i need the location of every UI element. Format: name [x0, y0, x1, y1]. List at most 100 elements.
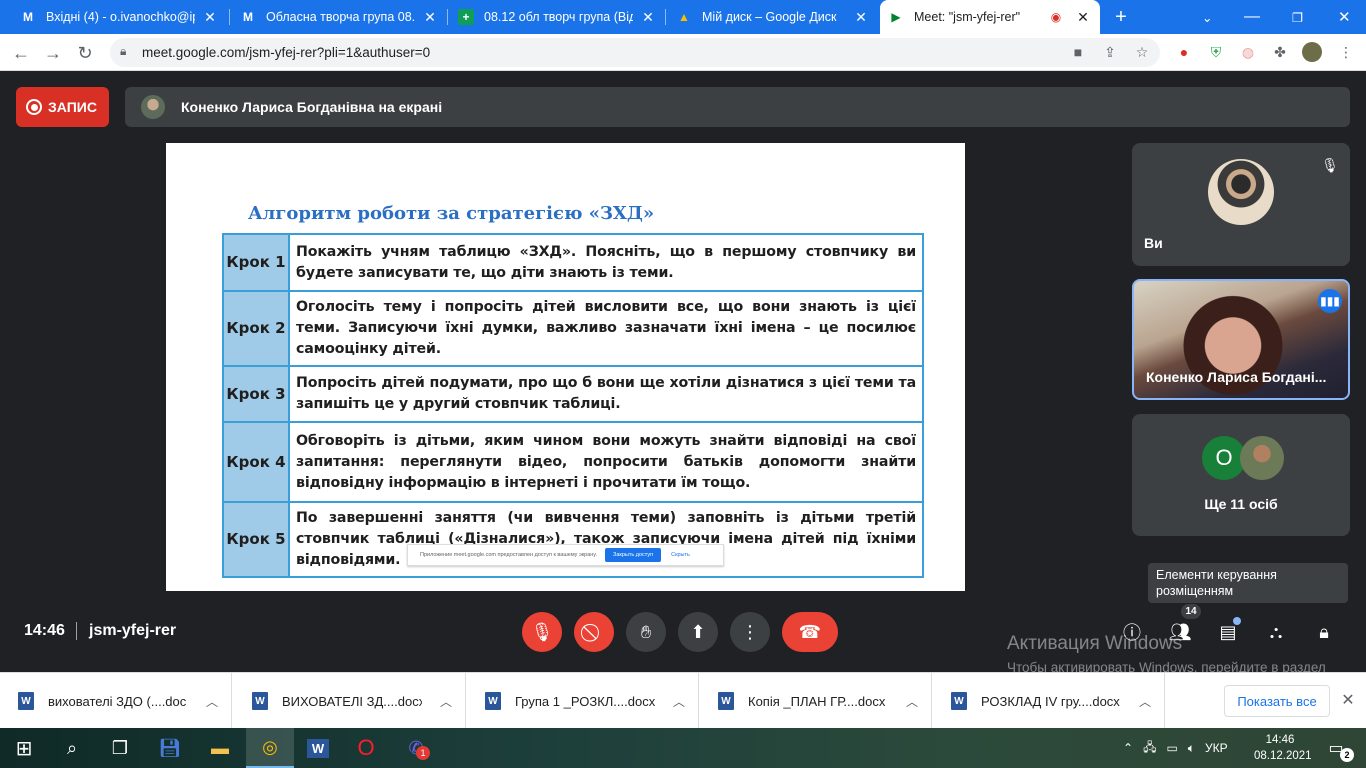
- chevron-up-icon[interactable]: ︿: [673, 693, 685, 710]
- extension-icon[interactable]: ◍: [1238, 42, 1258, 62]
- download-name: вихователі ЗДО (....doc: [48, 693, 187, 709]
- language-indicator[interactable]: УКР: [1205, 741, 1228, 755]
- windows-start-icon[interactable]: ⊞: [0, 728, 48, 768]
- tab-gmail-group[interactable]: M Обласна творча група 08.12 ✕: [232, 0, 447, 34]
- minimize-icon[interactable]: —: [1236, 0, 1260, 34]
- chevron-up-icon[interactable]: ︿: [906, 693, 918, 710]
- menu-dots-icon[interactable]: ⋮: [1336, 42, 1356, 62]
- browser-tab-bar: M Вхідні (4) - o.ivanochko@ipp ✕ M Облас…: [0, 0, 1366, 34]
- close-icon[interactable]: ✕: [421, 9, 439, 26]
- hide-link[interactable]: Скрыть: [671, 552, 690, 558]
- download-item[interactable]: W ВИХОВАТЕЛІ ЗД....docx ︿: [234, 673, 466, 729]
- close-icon[interactable]: ✕: [639, 9, 657, 26]
- new-tab-button[interactable]: +: [1106, 0, 1136, 34]
- show-all-downloads-button[interactable]: Показать все: [1224, 685, 1330, 717]
- chrome-icon[interactable]: ◎: [246, 728, 294, 768]
- step-label: Крок 2: [222, 290, 290, 367]
- restore-icon[interactable]: ❐: [1284, 0, 1308, 34]
- tab-separator: [229, 9, 230, 25]
- chevron-up-icon[interactable]: ︿: [206, 693, 218, 710]
- close-icon[interactable]: ✕: [1074, 9, 1092, 26]
- forward-icon[interactable]: →: [40, 40, 66, 66]
- search-icon[interactable]: ⌕: [48, 728, 96, 768]
- tab-search-icon[interactable]: ⌄: [1194, 0, 1218, 34]
- chevron-up-icon[interactable]: ︿: [1139, 693, 1151, 710]
- taskbar-time: 14:46: [1265, 734, 1295, 746]
- puzzle-extensions-icon[interactable]: ✤: [1270, 42, 1290, 62]
- close-icon[interactable]: ✕: [852, 9, 870, 26]
- self-avatar: [1208, 159, 1274, 225]
- camera-toggle-button[interactable]: ⃠: [574, 612, 614, 652]
- shield-extension-icon[interactable]: ⛨: [1206, 42, 1226, 62]
- more-options-button[interactable]: ⋮: [730, 612, 770, 652]
- participant-tile-presenter[interactable]: ▮▮▮ Коненко Лариса Богдані...: [1132, 279, 1350, 400]
- tab-drive[interactable]: ▲ Мій диск – Google Диск ✕: [668, 0, 878, 34]
- download-item[interactable]: W Копія _ПЛАН ГР....docx ︿: [700, 673, 932, 729]
- tab-meet[interactable]: ▶ Meet: "jsm-yfej-rer" ◉ ✕: [880, 0, 1100, 34]
- host-controls-icon[interactable]: 🔒︎: [1308, 616, 1340, 648]
- speaking-indicator-icon: ▮▮▮: [1318, 289, 1342, 313]
- step-text: Оголосіть тему і попросіть дітей вислови…: [288, 290, 924, 367]
- battery-icon[interactable]: ▭: [1166, 741, 1177, 755]
- tab-gmail-inbox[interactable]: M Вхідні (4) - o.ivanochko@ipp ✕: [12, 0, 227, 34]
- word-file-icon: W: [485, 692, 501, 710]
- close-downloads-icon[interactable]: ✕: [1338, 690, 1358, 710]
- step-text: Покажіть учням таблицю «ЗХД». Поясніть, …: [288, 233, 924, 292]
- windows-activation-title: Активация Windows: [1007, 633, 1183, 654]
- table-row: Крок 3 Попросіть дітей подумати, про що …: [222, 365, 924, 423]
- tray-chevron-icon[interactable]: ⌃: [1123, 741, 1133, 755]
- table-row: Крок 4 Обговоріть із дітьми, яким чином …: [222, 421, 924, 503]
- stop-sharing-button[interactable]: Закрыть доступ: [605, 548, 662, 562]
- recording-button[interactable]: ЗАПИС: [16, 87, 109, 127]
- volume-icon[interactable]: 🔈︎: [1188, 741, 1195, 756]
- bookmark-star-icon[interactable]: ☆: [1132, 42, 1152, 62]
- present-screen-button[interactable]: ⬆: [678, 612, 718, 652]
- taskbar-clock[interactable]: 14:46 08.12.2021: [1254, 732, 1312, 764]
- reload-icon[interactable]: ↻: [72, 40, 98, 66]
- record-label: ЗАПИС: [48, 99, 97, 115]
- task-view-icon[interactable]: ❐: [96, 728, 144, 768]
- leave-call-button[interactable]: ☎︎: [782, 612, 838, 652]
- opera-extension-icon[interactable]: ●: [1174, 42, 1194, 62]
- tab-title: Мій диск – Google Диск: [702, 10, 837, 24]
- close-icon[interactable]: ✕: [201, 9, 219, 26]
- download-item[interactable]: W Група 1 _РОЗКЛ....docx ︿: [467, 673, 699, 729]
- mic-toggle-button[interactable]: 🎙︎: [522, 612, 562, 652]
- camera-icon[interactable]: ■: [1068, 42, 1088, 62]
- tab-separator: [665, 9, 666, 25]
- present-icon: ⬆: [690, 621, 706, 642]
- profile-avatar[interactable]: [1302, 42, 1322, 62]
- raise-hand-button[interactable]: ✋︎: [626, 612, 666, 652]
- download-item[interactable]: W РОЗКЛАД IV гру....docx ︿: [933, 673, 1165, 729]
- download-item[interactable]: W вихователі ЗДО (....doc ︿: [0, 673, 232, 729]
- step-label: Крок 4: [222, 421, 290, 503]
- window-close-icon[interactable]: ✕: [1330, 0, 1354, 34]
- share-icon[interactable]: ⇪: [1100, 42, 1120, 62]
- presenter-avatar: [141, 95, 165, 119]
- address-bar[interactable]: 🔒︎ meet.google.com/jsm-yfej-rer?pli=1&au…: [110, 38, 1160, 67]
- url-text: meet.google.com/jsm-yfej-rer?pli=1&authu…: [142, 45, 431, 60]
- word-file-icon: W: [951, 692, 967, 710]
- step-label: Крок 5: [222, 501, 290, 578]
- network-icon[interactable]: 🖧︎: [1143, 738, 1156, 759]
- participant-tile-self[interactable]: 🎙︎ Ви: [1132, 143, 1350, 266]
- slide-title: Алгоритм роботи за стратегією «ЗХД»: [248, 203, 655, 224]
- save-app-icon[interactable]: 💾︎: [146, 728, 194, 768]
- share-notice-text: Приложение meet.google.com предоставлен …: [420, 552, 598, 558]
- file-explorer-icon[interactable]: ▬: [196, 728, 244, 768]
- step-label: Крок 3: [222, 365, 290, 423]
- layout-controls-tooltip: Елементи керування розміщенням: [1148, 563, 1348, 603]
- participant-tile-others[interactable]: О Ще 11 осіб: [1132, 414, 1350, 536]
- system-tray: ⌃ 🖧︎ ▭ 🔈︎ УКР: [1118, 728, 1233, 768]
- activities-icon[interactable]: ⛬: [1260, 616, 1292, 648]
- meet-icon: ▶: [891, 10, 901, 24]
- opera-icon[interactable]: O: [342, 728, 390, 768]
- presenting-banner: Коненко Лариса Богданівна на екрані: [125, 87, 1350, 127]
- viber-icon[interactable]: ✆: [392, 728, 440, 768]
- back-icon[interactable]: ←: [8, 40, 34, 66]
- download-name: ВИХОВАТЕЛІ ЗД....docx: [282, 693, 422, 709]
- table-row: Крок 2 Оголосіть тему і попросіть дітей …: [222, 290, 924, 367]
- word-app-icon[interactable]: W: [294, 728, 342, 768]
- chevron-up-icon[interactable]: ︿: [440, 693, 452, 710]
- tab-sheets[interactable]: + 08.12 обл творч група (Відп ✕: [450, 0, 665, 34]
